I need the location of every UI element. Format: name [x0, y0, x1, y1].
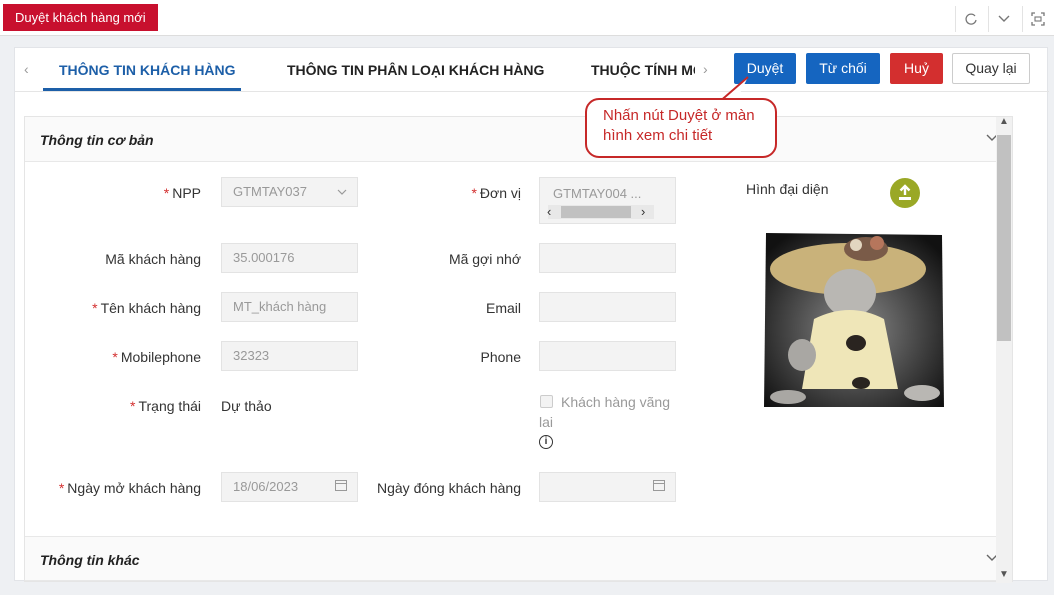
mnemonic-code-field[interactable] [539, 243, 676, 273]
customer-name-field[interactable]: MT_khách hàng [221, 292, 358, 322]
avatar-label: Hình đại diện [746, 181, 829, 197]
window-title: Duyệt khách hàng mới [3, 4, 158, 31]
donvi-hscroll[interactable]: ‹ › [547, 204, 654, 219]
open-date-label: * Ngày mở khách hàng [58, 480, 201, 496]
mnemonic-code-label: Mã gợi nhớ [448, 251, 521, 267]
section-basic-title: Thông tin cơ bản [40, 132, 154, 148]
chevron-down-icon[interactable] [988, 6, 1018, 32]
scroll-up-icon[interactable]: ▲ [999, 116, 1009, 127]
scroll-down-icon[interactable]: ▼ [999, 569, 1009, 580]
upload-icon[interactable] [890, 178, 920, 208]
form-panel: Thông tin cơ bản * NPP GTMTAY037 * Đơn vị … [24, 116, 1013, 583]
instruction-callout: Nhấn nút Duyệt ở màn hình xem chi tiết [585, 98, 777, 158]
tab-customer-info[interactable]: THÔNG TIN KHÁCH HÀNG [59, 62, 236, 78]
calendar-icon [653, 473, 665, 501]
vertical-scrollbar[interactable]: ▲ ▼ [996, 116, 1012, 583]
phone-label: Phone [480, 349, 521, 365]
phone-field[interactable] [539, 341, 676, 371]
section-other-title: Thông tin khác [40, 552, 140, 568]
active-tab-indicator [43, 88, 241, 91]
status-value: Dự thảo [221, 398, 272, 414]
donvi-hscroll-thumb[interactable] [561, 206, 631, 218]
customer-code-field[interactable]: 35.000176 [221, 243, 358, 273]
mobilephone-label: * Mobilephone [112, 349, 201, 365]
scroll-left-icon[interactable]: ‹ [547, 198, 551, 223]
walk-in-checkbox[interactable] [540, 395, 553, 408]
donvi-select[interactable]: GTMTAY004 ... ‹ › [539, 177, 676, 224]
npp-label: * NPP [163, 185, 201, 201]
email-field[interactable] [539, 292, 676, 322]
customer-detail-card: ‹ THÔNG TIN KHÁCH HÀNG THÔNG TIN PHÂN LO… [14, 47, 1049, 583]
customer-name-label: * Tên khách hàng [92, 300, 201, 316]
title-bar: Duyệt khách hàng mới [0, 0, 1054, 36]
customer-code-label: Mã khách hàng [105, 251, 201, 267]
scrollbar-thumb[interactable] [997, 135, 1011, 341]
walk-in-label-cont: lai [539, 414, 554, 430]
section-other-header[interactable]: Thông tin khác [25, 536, 1012, 581]
back-button[interactable]: Quay lại [952, 53, 1030, 84]
close-date-label: Ngày đóng khách hàng [377, 480, 521, 496]
refresh-icon[interactable] [955, 6, 985, 32]
status-label: * Trạng thái [130, 398, 201, 414]
open-date-picker[interactable]: 18/06/2023 [221, 472, 358, 502]
avatar-image [762, 231, 946, 409]
walk-in-label: Khách hàng vãng [561, 394, 670, 410]
cancel-button[interactable]: Huỷ [890, 53, 943, 84]
tab-customer-classification[interactable]: THÔNG TIN PHÂN LOẠI KHÁCH HÀNG [287, 62, 544, 78]
tab-bar: ‹ THÔNG TIN KHÁCH HÀNG THÔNG TIN PHÂN LO… [15, 48, 1049, 92]
tab-attributes[interactable]: THUỘC TÍNH MC [591, 62, 695, 78]
email-label: Email [485, 300, 521, 316]
tab-prev-arrow[interactable]: ‹ [24, 61, 29, 77]
mobilephone-field[interactable]: 32323 [221, 341, 358, 371]
close-date-picker[interactable] [539, 472, 676, 502]
npp-select[interactable]: GTMTAY037 [221, 177, 358, 207]
donvi-label: * Đơn vị [471, 185, 521, 201]
fullscreen-icon[interactable] [1022, 6, 1052, 32]
reject-button[interactable]: Từ chối [806, 53, 880, 84]
info-icon[interactable]: i [539, 435, 553, 449]
scroll-right-icon[interactable]: › [641, 198, 645, 223]
section-basic-header[interactable]: Thông tin cơ bản [25, 117, 1012, 162]
chevron-down-icon [337, 178, 347, 206]
calendar-icon [335, 473, 347, 501]
